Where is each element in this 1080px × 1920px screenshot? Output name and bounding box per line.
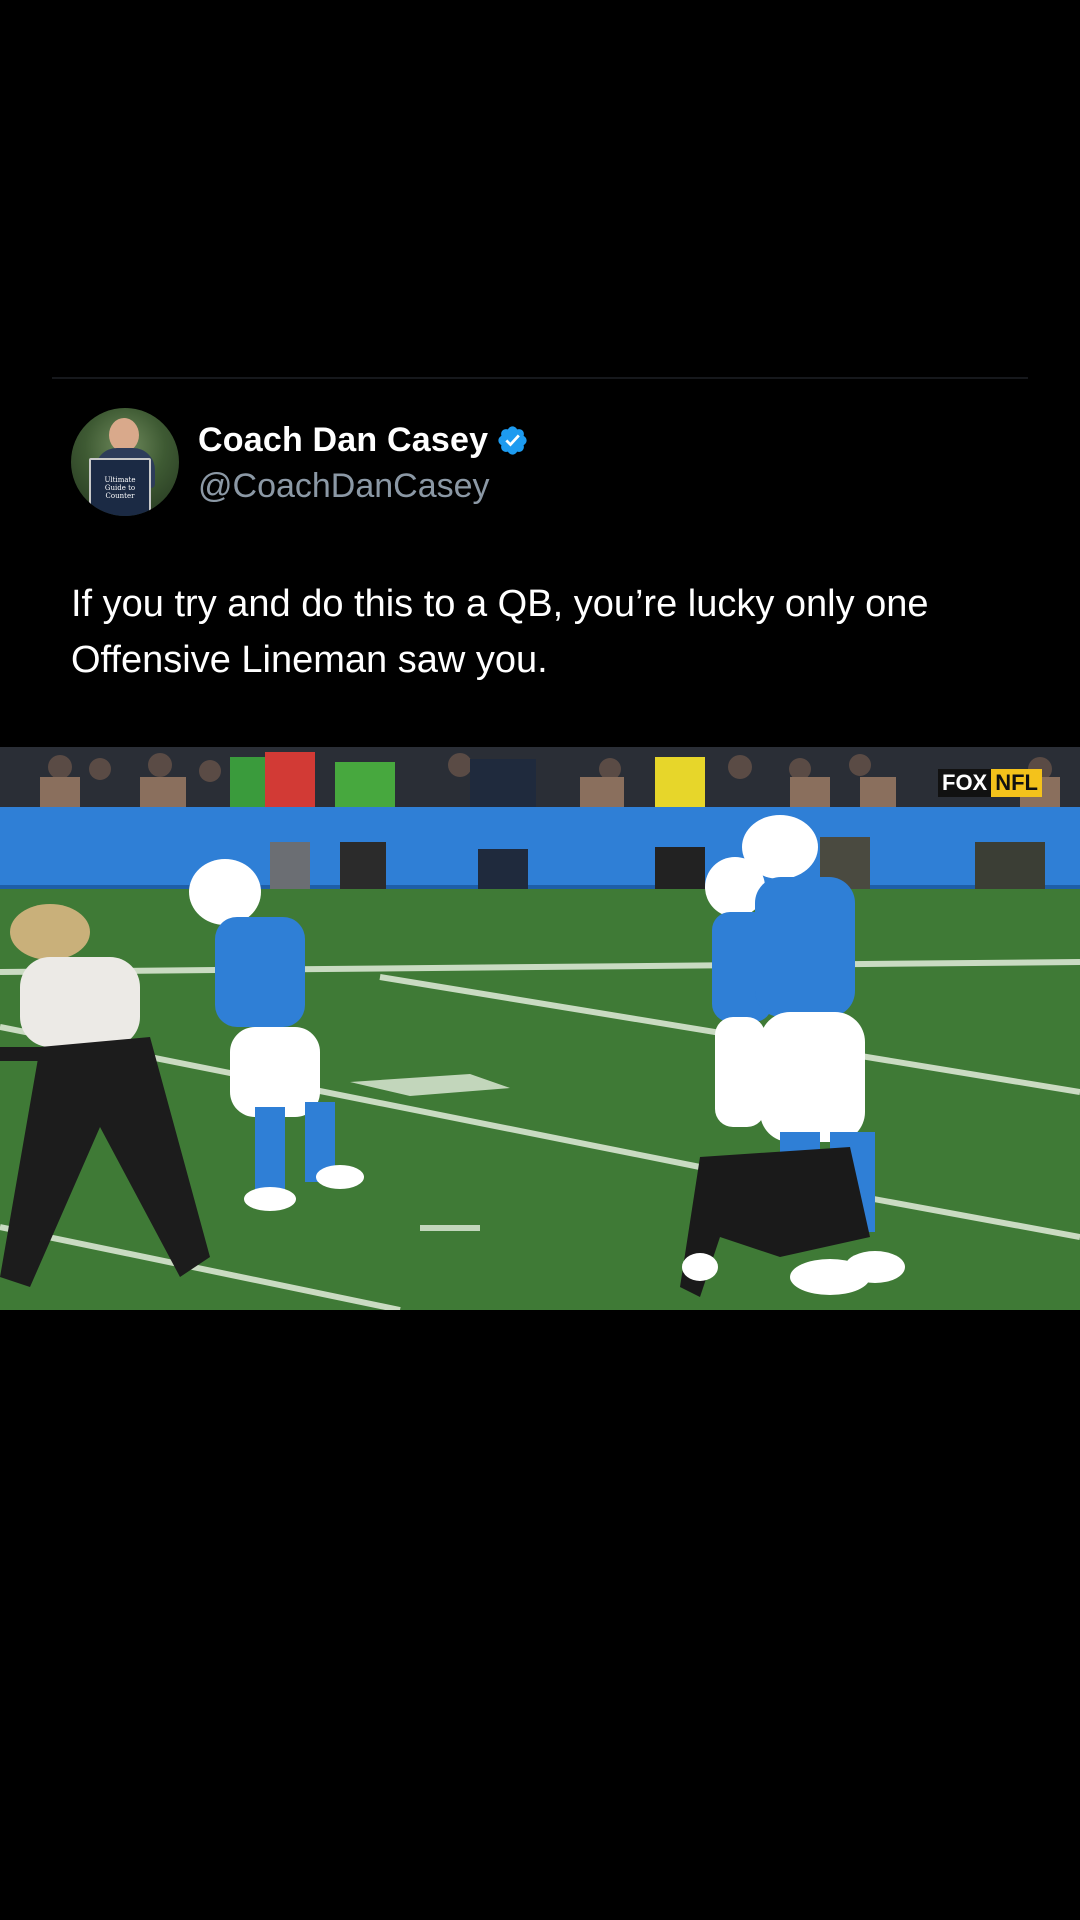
divider <box>52 377 1028 379</box>
tweet-text: If you try and do this to a QB, you’re l… <box>71 576 1031 688</box>
verified-badge-icon <box>498 426 527 455</box>
broadcast-logo-fox: FOX <box>938 769 992 797</box>
video-player[interactable]: FOX NFL <box>0 747 1080 1310</box>
tweet-header: Ultimate Guide to Counter Coach Dan Case… <box>71 408 529 516</box>
author-handle[interactable]: @CoachDanCasey <box>198 467 529 506</box>
screen: Ultimate Guide to Counter Coach Dan Case… <box>0 0 1080 1920</box>
avatar-book-line: Counter <box>105 492 135 500</box>
avatar-book-line: Ultimate <box>104 476 136 484</box>
avatar-book: Ultimate Guide to Counter <box>89 458 151 516</box>
author-names: Coach Dan Casey @CoachDanCasey <box>198 419 529 506</box>
avatar-face <box>109 418 139 452</box>
tweet-text-line: If you try and do this to a QB, you’re l… <box>71 583 929 625</box>
avatar[interactable]: Ultimate Guide to Counter <box>71 408 179 516</box>
tweet-text-line: Offensive Lineman saw you. <box>71 639 548 681</box>
broadcast-logo: FOX NFL <box>938 769 1042 797</box>
video-frame <box>0 747 1080 1310</box>
avatar-book-line: Guide to <box>104 484 136 492</box>
name-row: Coach Dan Casey <box>198 419 529 463</box>
display-name[interactable]: Coach Dan Casey <box>198 421 488 460</box>
broadcast-logo-nfl: NFL <box>991 769 1042 797</box>
